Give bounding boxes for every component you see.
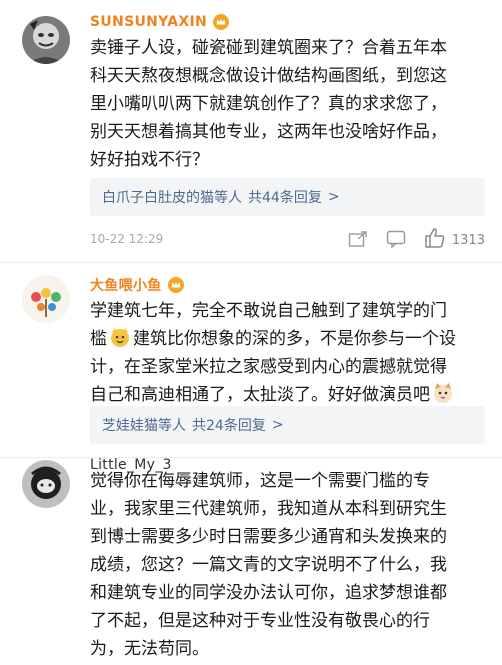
timestamp: 10-22 12:29 — [90, 232, 164, 246]
vip-crown-icon — [213, 14, 229, 30]
comment-2: 大鱼喂小鱼 学建筑七年，完全不敢说自己触到了建筑学的门 槛 建筑比你想象的深的多，… — [0, 262, 502, 457]
avatar[interactable] — [22, 16, 70, 64]
comment-line: 为，无法苟同。 — [90, 639, 209, 659]
comment-line: 科天天熬夜想概念做设计做结构画图纸，到您这 — [90, 66, 447, 86]
comment-icon[interactable] — [386, 230, 406, 251]
cat-emoji-icon — [432, 382, 454, 404]
comment-meta: 10-22 12:29 1313 — [90, 228, 485, 252]
comment-line: 槛 建筑比你想象的深的多，不是你参与一个设 — [90, 325, 485, 353]
comment-line: 里小嘴叭叭两下就建筑创作了？真的求求您了， — [90, 94, 447, 114]
reply-count: 共44条回复 — [248, 190, 322, 206]
replies-link[interactable]: 白爪子白肚皮的猫等人 共44条回复 > — [90, 178, 485, 216]
username-text[interactable]: SUNSUNYAXIN — [90, 14, 207, 30]
like-button[interactable]: 1313 — [424, 228, 485, 252]
comment-body: 觉得你在侮辱建筑师，这是一个需要门槛的专 业，我家里三代建筑师，我知道从本科到研… — [90, 467, 485, 663]
comment-line: 和建筑专业的同学没办法认可你，追求梦想谁都 — [90, 583, 447, 603]
comment-line: 觉得你在侮辱建筑师，这是一个需要门槛的专 — [90, 471, 430, 491]
username[interactable]: SUNSUNYAXIN — [90, 14, 229, 30]
comment-line: 计，在圣家堂米拉之家感受到内心的震撼就觉得 — [90, 357, 447, 377]
share-icon[interactable] — [348, 230, 368, 251]
comment-line: 别天天想着搞其他专业，这两年也没啥好作品， — [90, 122, 447, 142]
comment-line: 到博士需要多少时日需要多少通宵和头发换来的 — [90, 527, 447, 547]
chevron-right-icon: > — [271, 417, 284, 433]
comment-line: 了不起，但是这种对于专业性没有敬畏心的行 — [90, 611, 430, 631]
chevron-right-icon: > — [327, 189, 340, 205]
username-text[interactable]: 大鱼喂小鱼 — [90, 275, 162, 295]
comment-line: 自己和高迪相通了，太扯淡了。好好做演员吧 — [90, 381, 485, 409]
reply-names: 芝娃娃猫等人 — [102, 418, 186, 434]
username[interactable]: 大鱼喂小鱼 — [90, 275, 184, 295]
comment-line: 好好拍戏不行？ — [90, 150, 209, 170]
comment-text: 自己和高迪相通了，太扯淡了。好好做演员吧 — [90, 385, 430, 405]
comment-3: Little_My_3 觉得你在侮辱建筑师，这是一个需要门槛的专 业，我家里三代… — [0, 457, 502, 665]
comment-line: 成绩，您这？一篇文青的文字说明不了什么，我 — [90, 555, 447, 575]
vip-crown-icon — [167, 277, 184, 293]
comment-line: 卖锤子人设，碰瓷碰到建筑圈来了？合着五年本 — [90, 38, 447, 58]
thumbs-up-icon — [424, 228, 446, 252]
comment-line: 学建筑七年，完全不敢说自己触到了建筑学的门 — [90, 301, 447, 321]
smile-emoji-icon — [109, 326, 131, 348]
like-count: 1313 — [451, 232, 485, 248]
comment-text: 槛 — [90, 329, 107, 349]
comment-body: 卖锤子人设，碰瓷碰到建筑圈来了？合着五年本 科天天熬夜想概念做设计做结构画图纸，… — [90, 34, 485, 174]
avatar[interactable] — [22, 275, 70, 323]
avatar[interactable] — [22, 460, 70, 508]
comment-body: 学建筑七年，完全不敢说自己触到了建筑学的门 槛 建筑比你想象的深的多，不是你参与一… — [90, 297, 485, 409]
reply-names: 白爪子白肚皮的猫等人 — [102, 190, 242, 206]
comment-line: 业，我家里三代建筑师，我知道从本科到研究生 — [90, 499, 447, 519]
comment-text: 建筑比你想象的深的多，不是你参与一个设 — [133, 329, 456, 349]
comment-1: SUNSUNYAXIN 卖锤子人设，碰瓷碰到建筑圈来了？合着五年本 科天天熬夜想… — [0, 0, 502, 262]
replies-link[interactable]: 芝娃娃猫等人 共24条回复 > — [90, 406, 485, 444]
reply-count: 共24条回复 — [192, 418, 266, 434]
